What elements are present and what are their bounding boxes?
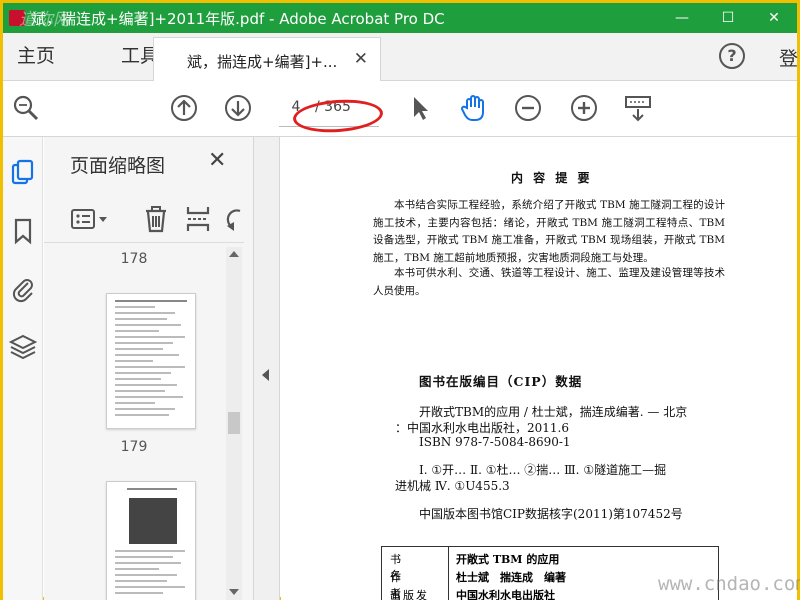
panel-toolbar xyxy=(44,195,244,243)
cip-line: 开敞式TBM的应用 / 杜士斌，揣连成编著. — 北京 xyxy=(419,405,688,419)
keyboard-scroll-icon[interactable] xyxy=(623,93,653,123)
thumbnail-options-icon[interactable] xyxy=(70,207,110,231)
thumbnail-scrollbar[interactable] xyxy=(226,247,242,600)
page-thumbnails-panel: 页面缩略图 ✕ 178 179 xyxy=(44,137,254,600)
cip-title: 图书在版编目（CIP）数据 xyxy=(419,374,583,389)
document-tab-label: 斌，揣连成+编著]+... xyxy=(187,53,338,71)
scroll-up-icon[interactable] xyxy=(229,251,239,257)
table-row: 书 名 开敞式 TBM 的应用 xyxy=(382,551,718,582)
cip-line: 中国版本图书馆CIP数据核字(2011)第107452号 xyxy=(419,507,683,521)
toolbar: 4 / 365 xyxy=(3,81,797,137)
table-value: 中国水利水电出版社 xyxy=(456,589,555,600)
hand-tool-icon[interactable] xyxy=(459,93,489,123)
page-thumbnail-178[interactable] xyxy=(106,293,196,429)
page-thumbnails-icon[interactable] xyxy=(9,159,37,187)
cip-line: ：中国水利水电出版社，2011.6 xyxy=(395,421,569,435)
minimize-button[interactable]: — xyxy=(659,3,705,33)
summary-paragraph-2: 本书可供水利、交通、铁道等工程设计、施工、监理及建设管理等技术人员使用。 xyxy=(373,267,725,297)
close-window-button[interactable]: ✕ xyxy=(751,3,797,33)
rotate-page-icon[interactable] xyxy=(224,207,242,231)
panel-title: 页面缩略图 xyxy=(70,155,166,177)
insert-page-icon[interactable] xyxy=(184,205,212,233)
login-button[interactable]: 登 xyxy=(779,44,798,71)
page-up-icon[interactable] xyxy=(169,93,199,123)
delete-page-icon[interactable] xyxy=(142,205,170,233)
scrollbar-thumb[interactable] xyxy=(228,412,240,434)
thumbnail-photo xyxy=(129,498,177,544)
menu-bar: 主页 工具 斌，揣连成+编著]+... ✕ ? 登 xyxy=(3,32,798,81)
thumbnail-page-label: 179 xyxy=(120,439,148,455)
title-bar: 斌，揣连成+编著]+2011年版.pdf - Adobe Acrobat Pro… xyxy=(3,3,797,33)
thumbnail-page-label: 178 xyxy=(120,251,148,267)
site-watermark: www.cndao.com xyxy=(658,573,800,595)
tab-close-icon[interactable]: ✕ xyxy=(354,49,368,69)
document-view[interactable]: 内 容 提 要 本书结合实际工程经验，系统介绍了开敞式 TBM 施工隧洞工程的设… xyxy=(281,137,797,600)
zoom-out-icon[interactable] xyxy=(513,93,543,123)
menu-home[interactable]: 主页 xyxy=(3,32,69,80)
cip-line: 进机械 Ⅳ. ①U455.3 xyxy=(395,479,510,493)
zoom-in-icon[interactable] xyxy=(569,93,599,123)
table-value: 开敞式 TBM 的应用 xyxy=(456,553,560,566)
select-arrow-icon[interactable] xyxy=(405,93,435,123)
panel-collapse-handle[interactable] xyxy=(254,137,280,600)
page-thumbnail-179[interactable] xyxy=(106,481,196,600)
scroll-down-icon[interactable] xyxy=(229,589,239,595)
left-navigation-rail xyxy=(3,137,43,600)
panel-close-icon[interactable]: ✕ xyxy=(208,148,226,173)
section-title: 内 容 提 要 xyxy=(511,171,593,185)
thumbnail-list: 178 179 xyxy=(44,243,244,600)
zoom-search-icon[interactable] xyxy=(11,93,41,123)
help-icon[interactable]: ? xyxy=(719,43,745,69)
maximize-button[interactable]: ☐ xyxy=(705,3,751,33)
layers-icon[interactable] xyxy=(9,333,37,361)
cip-line: Ⅰ. ①开… Ⅱ. ①杜… ②揣… Ⅲ. ①隧道施工—掘 xyxy=(419,463,667,477)
attachment-icon[interactable] xyxy=(9,275,37,303)
overlay-watermark: 道你网 xyxy=(19,10,70,30)
summary-paragraph-1: 本书结合实际工程经验，系统介绍了开敞式 TBM 施工隧洞工程的设计施工技术，主要… xyxy=(373,199,725,264)
collapse-left-icon[interactable] xyxy=(262,369,269,381)
bookmark-icon[interactable] xyxy=(9,217,37,245)
document-tab[interactable]: 斌，揣连成+编著]+... ✕ xyxy=(153,37,381,81)
table-value: 杜士斌 揣连成 编著 xyxy=(456,571,566,584)
window-title: 斌，揣连成+编著]+2011年版.pdf - Adobe Acrobat Pro… xyxy=(31,9,445,28)
table-label: 出版发行 xyxy=(390,589,429,600)
cip-line: ISBN 978-7-5084-8690-1 xyxy=(419,435,571,449)
page-down-icon[interactable] xyxy=(223,93,253,123)
